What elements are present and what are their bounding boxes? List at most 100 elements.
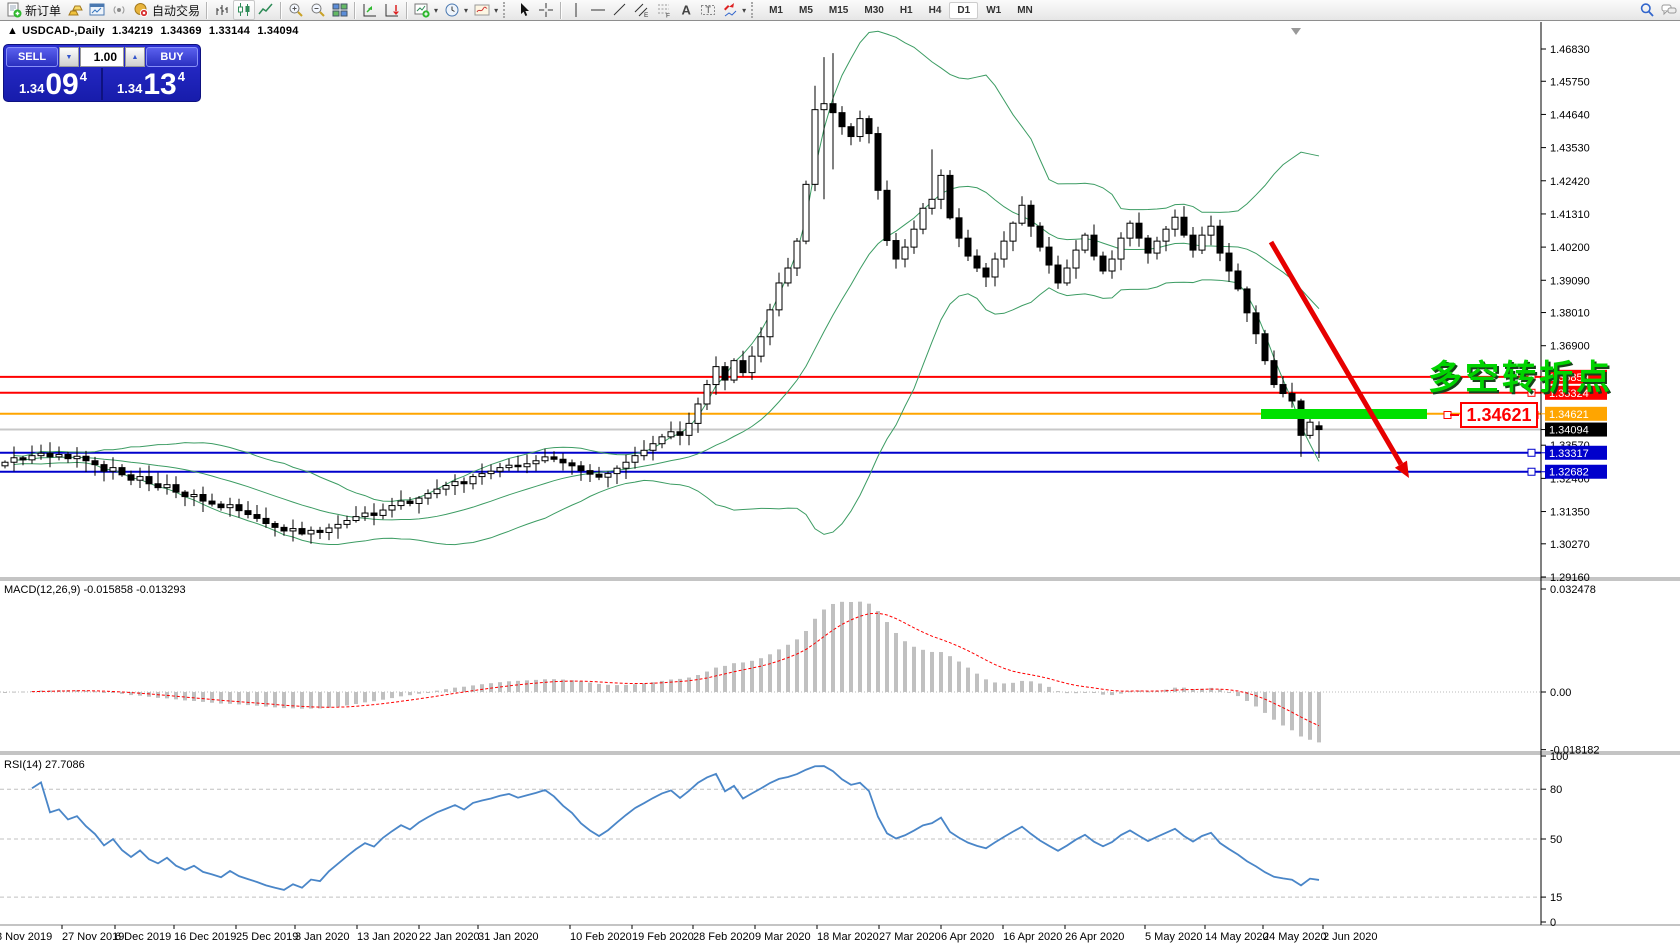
shift-end-marker[interactable]	[1291, 28, 1301, 35]
dropdown-caret-icon[interactable]: ▾	[494, 6, 498, 15]
toolbar-tile-windows-button[interactable]	[329, 0, 351, 20]
toolbar-bar-chart-mode-button[interactable]	[211, 0, 233, 20]
volume-input[interactable]: 1.00	[80, 47, 124, 67]
toolbar-broadcast-button[interactable]	[108, 0, 130, 20]
candlestick-series	[2, 53, 1322, 544]
toolbar-fibonacci-tool-button[interactable]: F	[653, 0, 675, 20]
timeframe-MN-button[interactable]: MN	[1009, 2, 1041, 19]
toolbar-auto-trading-button[interactable]: 自动交易	[130, 0, 203, 20]
one-click-trading-panel: SELL ▼ 1.00 ▲ BUY 1.34094 1.34134	[3, 44, 201, 102]
toolbar-horizontal-line-tool-button[interactable]	[587, 0, 609, 20]
volume-decrease-button[interactable]: ▼	[59, 47, 79, 67]
bollinger-bands	[14, 31, 1319, 544]
buy-price-pip: 4	[178, 69, 185, 84]
cursor-icon	[516, 2, 532, 18]
svg-text:50: 50	[1550, 834, 1562, 846]
timeframe-M30-button[interactable]: M30	[856, 2, 891, 19]
toolbar-zoom-out-button[interactable]	[307, 0, 329, 20]
dropdown-caret-icon[interactable]: ▾	[434, 6, 438, 15]
toolbar-text-label-tool-button[interactable]: T	[697, 0, 719, 20]
timeframe-M1-button[interactable]: M1	[761, 2, 791, 19]
line-end-marker[interactable]	[1528, 468, 1535, 475]
toolbar-drag-handle[interactable]	[503, 2, 509, 18]
auto-trading-icon	[133, 2, 149, 18]
toolbar-vertical-line-tool-button[interactable]	[565, 0, 587, 20]
line-end-marker[interactable]	[1528, 449, 1535, 456]
toolbar-chart-shift-button[interactable]	[359, 0, 381, 20]
label-tool-icon: T	[700, 2, 716, 18]
timeframe-M5-button[interactable]: M5	[791, 2, 821, 19]
search-icon	[1639, 2, 1655, 18]
timeframe-W1-button[interactable]: W1	[978, 2, 1009, 19]
price-axis-labels: 1.468301.457501.446401.435301.424201.413…	[1541, 44, 1607, 584]
toolbar-search-button[interactable]	[1636, 0, 1658, 20]
support-zone-rectangle[interactable]	[1261, 409, 1427, 419]
callout-anchor-square[interactable]	[1444, 412, 1451, 419]
toolbar-arrows-tool-button[interactable]: ▾	[719, 0, 749, 20]
timeframe-H1-button[interactable]: H1	[892, 2, 921, 19]
price-divider	[101, 68, 103, 100]
timeframe-H4-button[interactable]: H4	[921, 2, 950, 19]
downtrend-arrow[interactable]	[1271, 242, 1401, 464]
chat-icon	[1661, 2, 1677, 18]
toolbar-separator	[280, 2, 282, 19]
chart-candles-icon	[236, 2, 252, 18]
svg-text:1.44640: 1.44640	[1550, 109, 1590, 121]
toolbar-equidistant-channel-tool-button[interactable]: E	[631, 0, 653, 20]
gold-bars-icon	[67, 2, 83, 18]
svg-text:T: T	[706, 5, 712, 15]
vline-tool-icon	[568, 2, 584, 18]
toolbar-drag-handle[interactable]	[751, 2, 757, 18]
toolbar-chart-template-button[interactable]: ▾	[471, 0, 501, 20]
svg-text:E: E	[644, 12, 649, 18]
sell-price-prefix: 1.34	[19, 81, 44, 96]
toolbar-trendline-tool-button[interactable]	[609, 0, 631, 20]
svg-text:22 Jan 2020: 22 Jan 2020	[419, 931, 480, 943]
rsi-label: RSI(14) 27.7086	[4, 759, 85, 771]
turning-point-annotation[interactable]: 多空转折点	[1428, 350, 1613, 399]
price-level-callout[interactable]: 1.34621	[1460, 402, 1538, 428]
sell-button[interactable]: SELL	[6, 47, 58, 67]
toolbar-auto-scroll-button[interactable]	[381, 0, 403, 20]
sell-price[interactable]: 1.34094	[6, 68, 100, 100]
toolbar-separator	[206, 2, 208, 19]
buy-price[interactable]: 1.34134	[104, 68, 198, 100]
buy-button[interactable]: BUY	[146, 47, 198, 67]
dropdown-caret-icon[interactable]: ▾	[464, 6, 468, 15]
date-axis[interactable]: 8 Nov 201927 Nov 20196 Dec 201916 Dec 20…	[0, 925, 1377, 943]
timeframe-M15-button[interactable]: M15	[821, 2, 856, 19]
svg-text:0.00: 0.00	[1550, 687, 1571, 699]
toolbar-candlestick-mode-button[interactable]	[233, 0, 255, 20]
shapes-tool-icon	[722, 2, 738, 18]
price-chart-canvas[interactable]: 1.468301.457501.446401.435301.424201.413…	[0, 22, 1680, 944]
toolbar-separator	[560, 2, 562, 19]
macd-signal-line	[32, 613, 1319, 726]
timeframe-D1-button[interactable]: D1	[949, 2, 978, 19]
toolbar-market-watch-button[interactable]	[86, 0, 108, 20]
toolbar-chart-period-button[interactable]: ▾	[441, 0, 471, 20]
indicator-axis-labels: 0.0324780.00-0.0181821008050150	[1541, 584, 1600, 929]
toolbar-new-chart-button[interactable]: ▾	[411, 0, 441, 20]
svg-text:1.46830: 1.46830	[1550, 44, 1590, 56]
hline-tool-icon	[590, 2, 606, 18]
svg-text:18 Mar 2020: 18 Mar 2020	[817, 931, 879, 943]
dropdown-caret-icon[interactable]: ▾	[742, 6, 746, 15]
toolbar-zoom-in-button[interactable]	[285, 0, 307, 20]
market-window-icon	[89, 2, 105, 18]
toolbar-cursor-tool-button[interactable]	[513, 0, 535, 20]
rsi-line	[32, 766, 1319, 890]
toolbar-new-order-button[interactable]: 新订单	[3, 0, 64, 20]
toolbar-crosshair-tool-button[interactable]	[535, 0, 557, 20]
tline-tool-icon	[612, 2, 628, 18]
add-chart-icon	[414, 2, 430, 18]
svg-text:1.43530: 1.43530	[1550, 143, 1590, 155]
toolbar-gold-quotes-button[interactable]	[64, 0, 86, 20]
autoscroll-icon	[384, 2, 400, 18]
symbol-collapse-arrow[interactable]: ▲	[7, 25, 18, 37]
volume-increase-button[interactable]: ▲	[125, 47, 145, 67]
toolbar-line-chart-mode-button[interactable]	[255, 0, 277, 20]
svg-text:1.42420: 1.42420	[1550, 176, 1590, 188]
toolbar-text-tool-button[interactable]: A	[675, 0, 697, 20]
toolbar-community-chat-button[interactable]	[1658, 0, 1680, 20]
svg-text:8 Nov 2019: 8 Nov 2019	[0, 931, 52, 943]
